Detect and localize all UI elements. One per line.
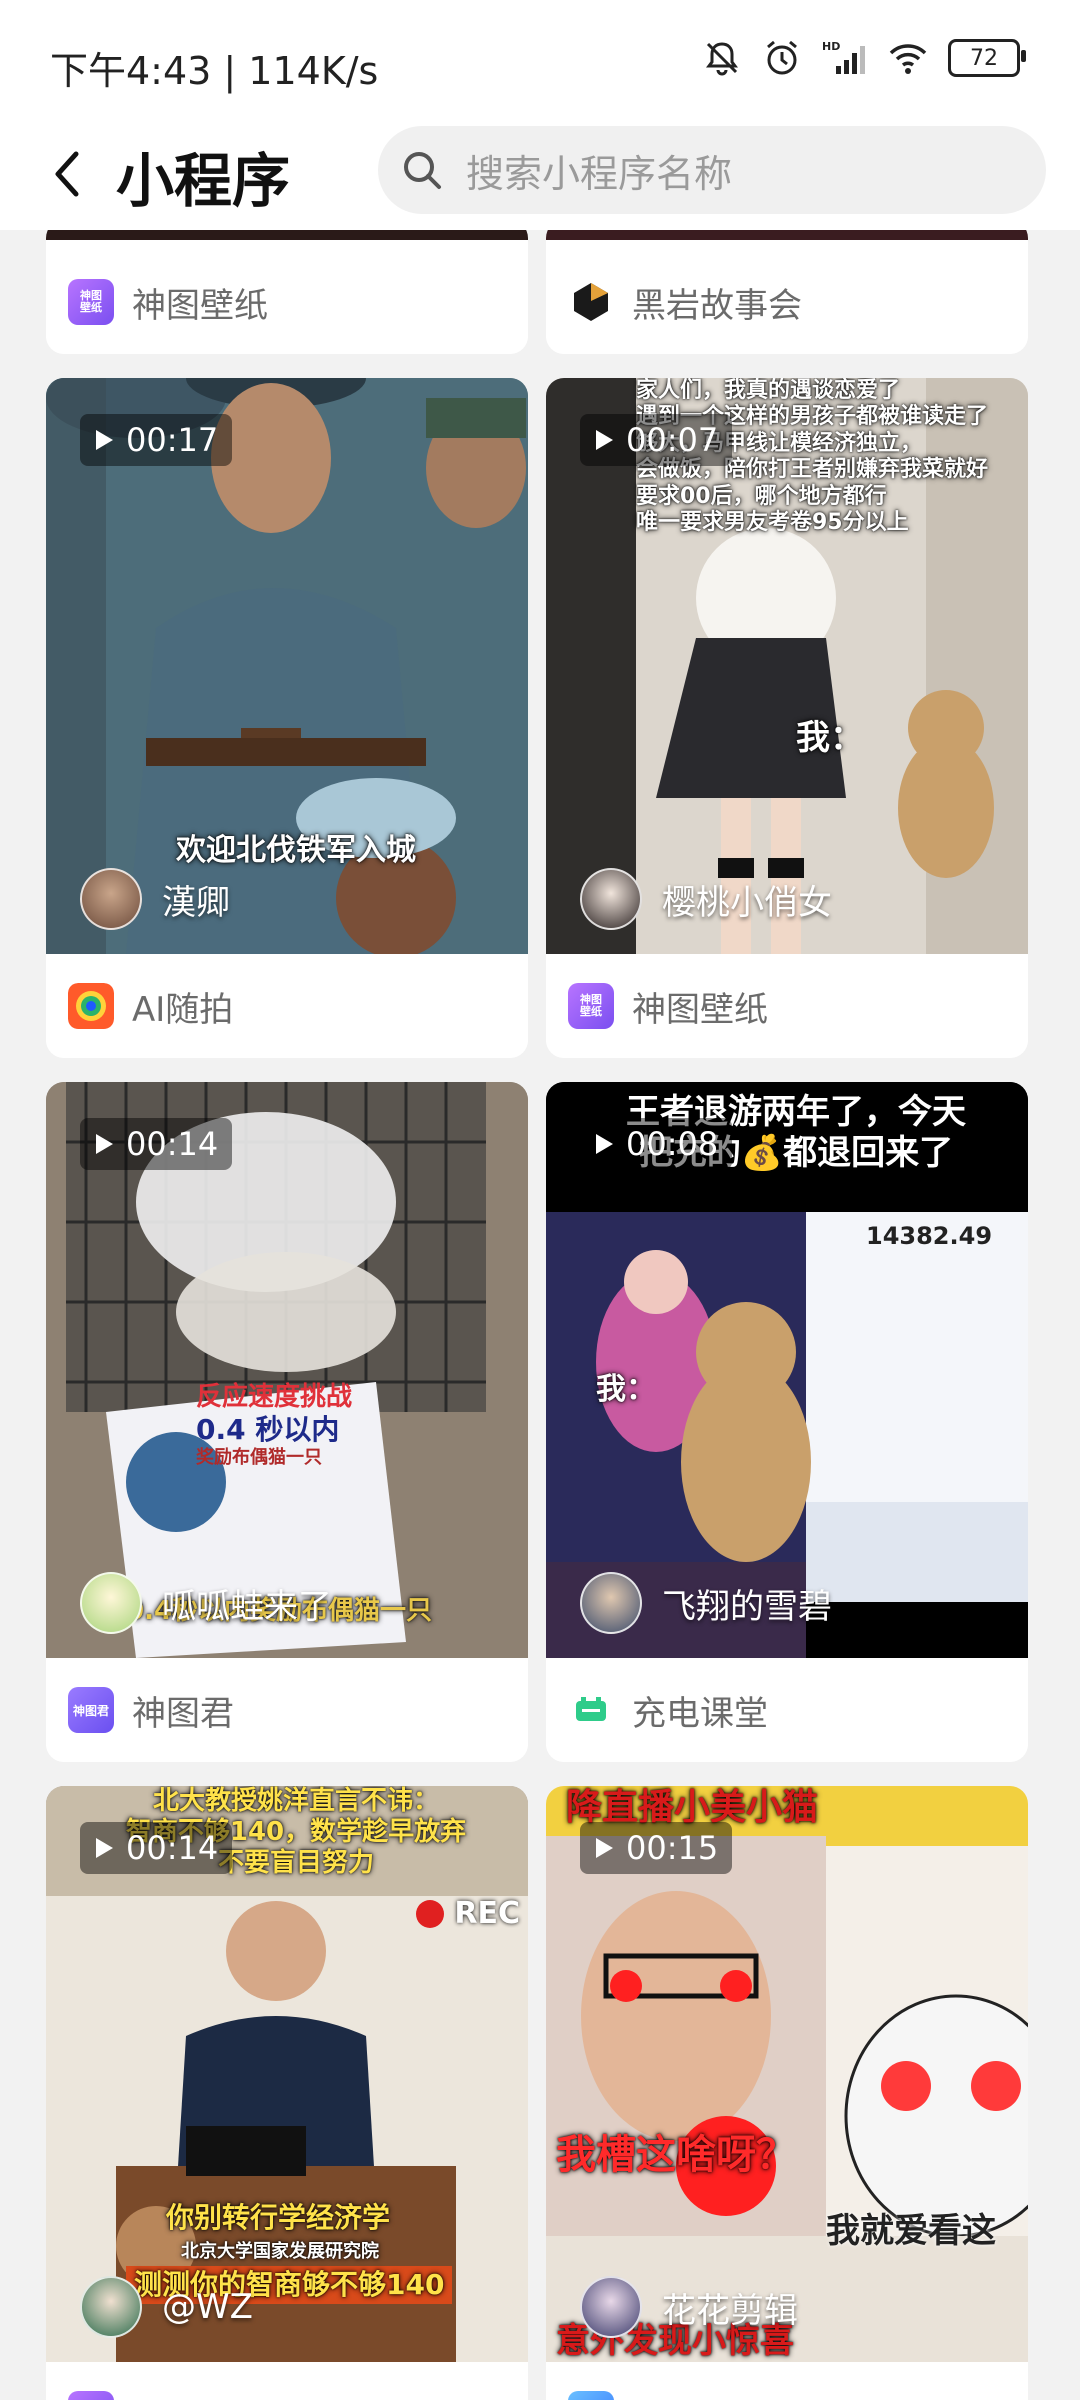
- app-name: 神图君: [132, 1693, 234, 1734]
- status-bar: 下午4:43 | 114K/s HD 72: [0, 0, 1080, 120]
- author[interactable]: 呱呱蛙来了: [80, 1572, 332, 1634]
- search-icon: [404, 152, 441, 189]
- video-card[interactable]: 反应速度挑战 0.4 秒以内 奖励布偶猫一只 0.4秒以内奖励布偶猫一只 00:…: [46, 1082, 528, 1762]
- app-name: 南一张图: [132, 2390, 268, 2400]
- rec-indicator: REC: [416, 1896, 520, 1931]
- thumbnail: [546, 230, 1028, 240]
- play-icon: [96, 1134, 113, 1154]
- card-footer[interactable]: AI随拍: [46, 954, 528, 1058]
- play-icon: [596, 1838, 613, 1858]
- play-icon: [96, 1838, 113, 1858]
- institute-label: 北京大学国家发展研究院: [181, 2241, 379, 2262]
- author[interactable]: 花花剪辑: [580, 2276, 798, 2338]
- video-card[interactable]: 00:17 欢迎北伐铁军入城 漢卿 AI随拍: [46, 378, 528, 1058]
- back-arrow-icon[interactable]: [44, 144, 94, 204]
- alarm-icon: [767, 40, 797, 75]
- card-footer[interactable]: 充电课堂: [546, 1658, 1028, 1762]
- duration-badge: 00:07: [580, 414, 733, 466]
- video-card[interactable]: 家人们，我真的遇谈恋爱了 遇到一个这样的男孩子都被谁读走了 够大，马甲线让模经济…: [546, 378, 1028, 1058]
- video-card[interactable]: 黑岩故事会: [546, 230, 1028, 354]
- status-icons: HD 72: [702, 38, 1026, 78]
- page-title: 小程序: [116, 147, 291, 215]
- sign-text: 反应速度挑战 0.4 秒以内 奖励布偶猫一只: [196, 1382, 353, 1468]
- card-footer[interactable]: 神图君 神图君: [46, 1658, 528, 1762]
- search-placeholder: 搜索小程序名称: [466, 151, 733, 196]
- duration-badge: 00:15: [580, 1822, 733, 1874]
- duration-badge: 00:14: [80, 1118, 233, 1170]
- thumbnail: 00:17 欢迎北伐铁军入城 漢卿: [46, 378, 528, 954]
- me-label: 我：: [596, 1372, 656, 1407]
- video-caption-mid: 我槽这啥呀？: [556, 2132, 796, 2178]
- app-icon: [68, 2391, 114, 2400]
- author[interactable]: @WZ: [80, 2276, 253, 2338]
- app-icon: [574, 283, 608, 321]
- header: 小程序 搜索小程序名称: [0, 120, 1080, 230]
- mute-icon: [706, 42, 738, 76]
- author-name: @WZ: [162, 2287, 253, 2327]
- app-icon: 神图君: [68, 1687, 114, 1733]
- author-name: 花花剪辑: [662, 2290, 798, 2331]
- thumbnail: 降直播小美小猫 我槽这啥呀？ 我就爱看这 意外发现小惊喜 00:15 花花剪辑: [546, 1786, 1028, 2362]
- thumbnail: [46, 230, 528, 240]
- card-footer[interactable]: 神图壁纸 神图壁纸: [46, 250, 528, 354]
- author[interactable]: 漢卿: [80, 868, 230, 930]
- thumbnail: 北大教授姚洋直言不讳： 智商不够140，数学趁早放弃 不要盲目努力 REC 北京…: [46, 1786, 528, 2362]
- author-name: 樱桃小俏女: [662, 882, 832, 923]
- app-name: 充电课堂: [632, 1693, 768, 1734]
- video-card[interactable]: 神图壁纸 神图壁纸: [46, 230, 528, 354]
- amount-text: 14382.49: [866, 1222, 993, 1250]
- app-icon: [68, 983, 114, 1029]
- author[interactable]: 飞翔的雪碧: [580, 1572, 832, 1634]
- card-footer[interactable]: 黑岩故事会: [546, 250, 1028, 354]
- search-input[interactable]: 搜索小程序名称: [378, 126, 1046, 214]
- duration-badge: 00:08: [580, 1118, 733, 1170]
- play-icon: [596, 430, 613, 450]
- avatar: [580, 2276, 642, 2338]
- banner-1: 你别转行学经济学: [166, 2201, 391, 2234]
- avatar: [580, 1572, 642, 1634]
- thumbnail: 王者退游两年了，今天 把充的💰都退回来了 14382.49 我： 00:08 飞…: [546, 1082, 1028, 1658]
- app-name: 黑岩故事会: [632, 285, 802, 326]
- mini-program-feed: 神图壁纸 神图壁纸 黑岩故事会 00:17 欢迎北伐铁军入城 漢卿 AI随拍 家…: [0, 230, 1080, 2400]
- app-name: AI随拍: [132, 989, 234, 1030]
- app-name: 神图壁纸: [132, 285, 268, 326]
- video-caption: 欢迎北伐铁军入城: [176, 833, 416, 868]
- app-icon: [568, 2391, 614, 2400]
- battery-icon: 72: [948, 39, 1026, 77]
- battery-app-icon: [576, 1697, 606, 1721]
- duration-badge: 00:17: [80, 414, 233, 466]
- card-footer[interactable]: 神图壁纸 神图壁纸: [546, 954, 1028, 1058]
- wifi-icon: [889, 44, 927, 74]
- video-caption-me: 我：: [796, 718, 864, 758]
- app-name: 神图壁纸: [632, 989, 768, 1030]
- thumbnail: 反应速度挑战 0.4 秒以内 奖励布偶猫一只 0.4秒以内奖励布偶猫一只 00:…: [46, 1082, 528, 1658]
- hd-signal-icon: HD: [822, 40, 865, 74]
- rec-dot-icon: [416, 1899, 445, 1928]
- duration-badge: 00:14: [80, 1822, 233, 1874]
- thumbnail: 家人们，我真的遇谈恋爱了 遇到一个这样的男孩子都被谁读走了 够大，马甲线让模经济…: [546, 378, 1028, 954]
- avatar: [80, 2276, 142, 2338]
- app-icon: 神图壁纸: [568, 983, 614, 1029]
- author-name: 呱呱蛙来了: [162, 1586, 332, 1627]
- card-footer[interactable]: 快搜乐园: [546, 2362, 1028, 2400]
- avatar: [80, 1572, 142, 1634]
- author-name: 飞翔的雪碧: [662, 1586, 832, 1627]
- video-card[interactable]: 降直播小美小猫 我槽这啥呀？ 我就爱看这 意外发现小惊喜 00:15 花花剪辑 …: [546, 1786, 1028, 2400]
- play-icon: [96, 430, 113, 450]
- app-icon: 神图壁纸: [68, 279, 114, 325]
- avatar: [580, 868, 642, 930]
- video-card[interactable]: 王者退游两年了，今天 把充的💰都退回来了 14382.49 我： 00:08 飞…: [546, 1082, 1028, 1762]
- avatar: [80, 868, 142, 930]
- app-name: 快搜乐园: [632, 2390, 768, 2400]
- play-icon: [596, 1134, 613, 1154]
- status-time: 下午4:43 | 114K/s: [50, 49, 379, 93]
- video-caption-right: 我就爱看这: [826, 2211, 996, 2251]
- author-name: 漢卿: [162, 882, 230, 923]
- author[interactable]: 樱桃小俏女: [580, 868, 832, 930]
- svg-text:HD: HD: [822, 40, 840, 53]
- video-card[interactable]: 北大教授姚洋直言不讳： 智商不够140，数学趁早放弃 不要盲目努力 REC 北京…: [46, 1786, 528, 2400]
- card-footer[interactable]: 南一张图: [46, 2362, 528, 2400]
